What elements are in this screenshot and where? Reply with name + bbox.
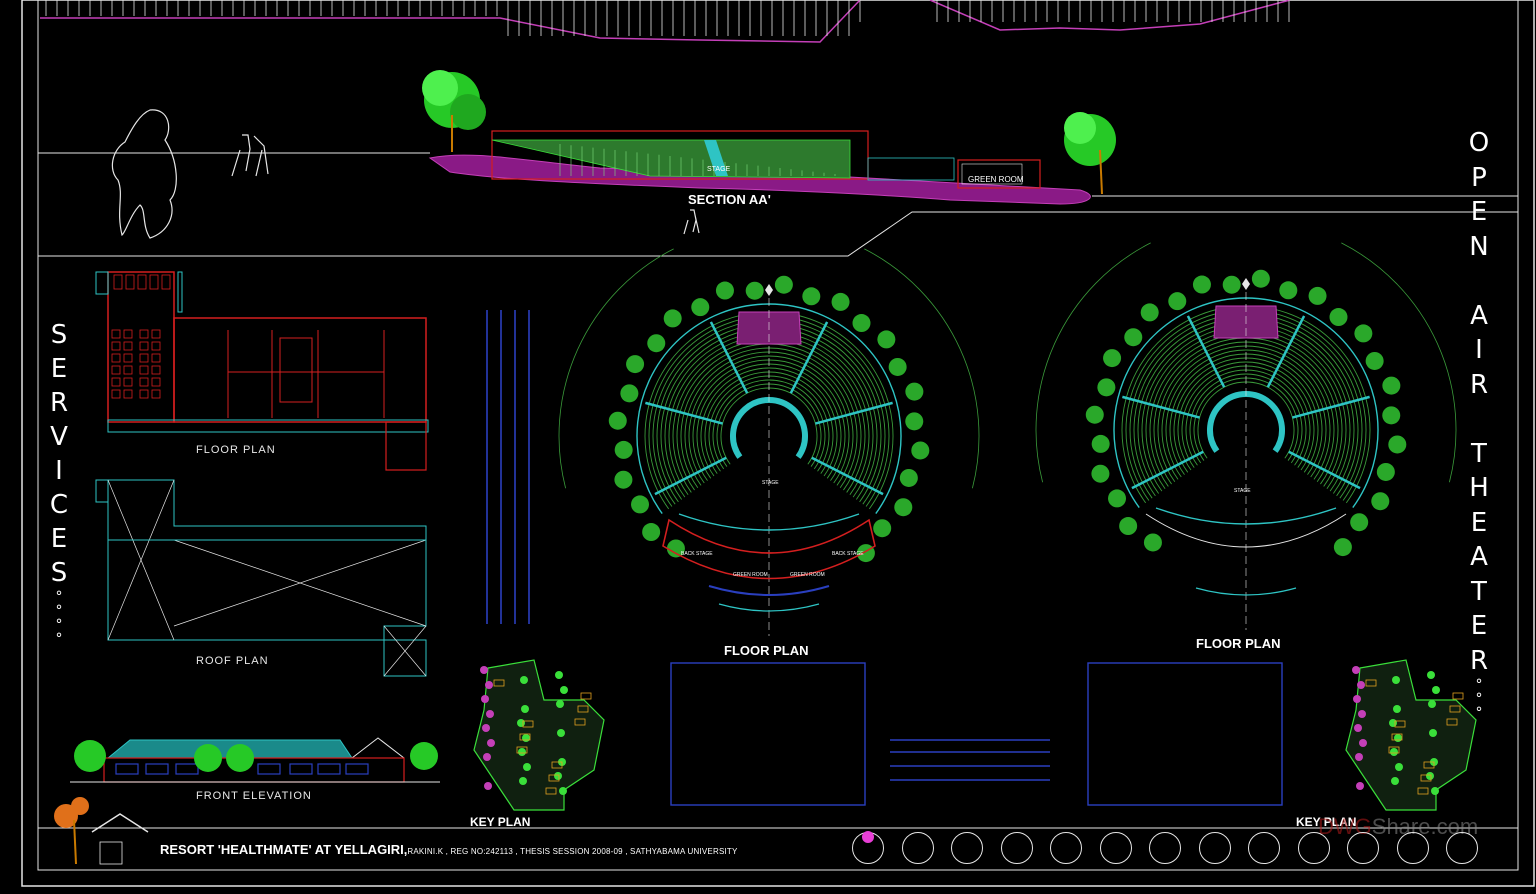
vertical-letter: I [1475, 335, 1483, 365]
vertical-letter: E [1470, 197, 1488, 227]
vertical-letter: E [1470, 611, 1488, 641]
vertical-letter: ° [1475, 691, 1483, 707]
vertical-letter: H [1469, 473, 1489, 503]
vertical-letter: S [50, 320, 68, 350]
key-plan-2-drawing [1345, 659, 1477, 811]
vertical-letter: N [1469, 231, 1489, 262]
services-floor-plan [95, 271, 429, 471]
vertical-letter: O [1468, 128, 1490, 158]
vertical-letter: S [50, 558, 68, 588]
back-stage-right-label: BACK STAGE [832, 551, 864, 557]
vertical-letter: C [49, 490, 69, 520]
site-boundary-top [40, 0, 1291, 43]
vertical-letter: E [1470, 507, 1488, 538]
vertical-letter: ° [55, 589, 63, 605]
vertical-letter: V [50, 422, 68, 452]
vertical-letter: ° [1475, 705, 1483, 721]
theater-floor-plan-1 [558, 248, 980, 636]
vertical-letter [1475, 402, 1483, 437]
vertical-letter: A [1470, 300, 1488, 331]
vertical-letter: R [49, 388, 69, 418]
sheet-navigator-dot[interactable] [852, 831, 884, 864]
sheet-navigator-dot[interactable] [1396, 832, 1429, 864]
sheet-navigator-dot[interactable] [1248, 832, 1280, 864]
services-floor-plan-label: FLOOR PLAN [196, 444, 276, 456]
title-block: RESORT 'HEALTHMATE' AT YELLAGIRI,RAKINI.… [160, 842, 738, 857]
theater-floor-plan-2 [1035, 242, 1457, 630]
blue-reference-lines [486, 310, 530, 624]
vertical-letter: ° [55, 603, 63, 619]
vertical-letter: E [50, 524, 68, 554]
vertical-letter: R [1469, 369, 1489, 400]
section-aa-label: SECTION AA' [688, 192, 771, 207]
sheet-navigator-dot[interactable] [901, 832, 934, 864]
green-room-left-label: GREEN ROOM [733, 572, 768, 578]
vertical-letter [1475, 264, 1483, 299]
services-vertical-title: S E R V I C E S ° ° ° ° [44, 318, 74, 646]
vertical-letter: I [55, 456, 63, 486]
placeholder-boxes [670, 662, 1283, 806]
green-room-right-label: GREEN ROOM [790, 572, 825, 578]
project-subtitle: RAKINI.K , REG NO:242113 , THESIS SESSIO… [407, 847, 738, 856]
vertical-letter: E [50, 354, 68, 384]
sheet-navigator-dot[interactable] [1149, 832, 1181, 864]
vertical-letter: ° [55, 631, 63, 647]
sheet-navigator-dot[interactable] [1000, 832, 1033, 864]
sheet-navigator-dot[interactable] [1446, 832, 1478, 864]
sheet-navigator-dot[interactable] [1099, 832, 1132, 864]
sheet-navigator-dot[interactable] [1347, 832, 1379, 864]
open-air-theater-vertical-title: OPEN AIR T H E A T E R ° ° ° [1464, 126, 1494, 720]
vertical-letter: P [1471, 162, 1487, 193]
sheet-navigator-dot[interactable] [1198, 832, 1231, 864]
vertical-letter: ° [1475, 677, 1483, 693]
back-stage-left-label: BACK STAGE [681, 551, 713, 557]
services-roof-plan-label: ROOF PLAN [196, 655, 269, 667]
theater-1-stage-label: STAGE [762, 480, 779, 486]
sheet-navigator-dot[interactable] [1050, 832, 1082, 864]
theater-floor-plan-1-label: FLOOR PLAN [724, 643, 809, 658]
sheet-navigator-dot[interactable] [1297, 832, 1330, 864]
vertical-letter: ° [55, 617, 63, 633]
vertical-letter: T [1471, 576, 1487, 607]
key-plan-1-label: KEY PLAN [470, 815, 531, 829]
sheet-navigator-dot[interactable] [951, 832, 983, 864]
vertical-letter: T [1471, 438, 1487, 469]
theater-floor-plan-2-label: FLOOR PLAN [1196, 636, 1281, 651]
services-front-elevation [70, 737, 440, 783]
services-roof-plan [95, 479, 427, 677]
section-stage-label: STAGE [707, 166, 731, 173]
theater-2-stage-label: STAGE [1234, 488, 1251, 494]
section-green-room-label: GREEN ROOM [968, 175, 1024, 184]
vertical-letter: A [1470, 542, 1488, 572]
vertical-letter: R [1469, 645, 1489, 676]
key-plan-1-drawing [473, 659, 605, 811]
project-title: RESORT 'HEALTHMATE' AT YELLAGIRI, [160, 842, 408, 857]
services-front-elevation-label: FRONT ELEVATION [196, 790, 312, 802]
